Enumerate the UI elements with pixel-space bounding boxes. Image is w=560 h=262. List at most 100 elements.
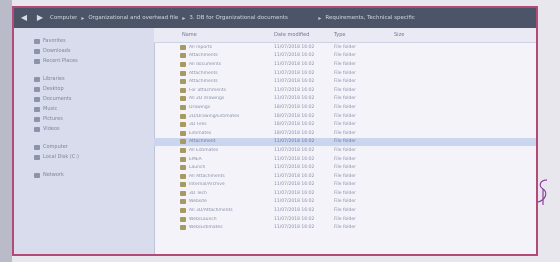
file-type: File folder bbox=[334, 182, 357, 188]
file-name-cell: For attachments bbox=[154, 87, 274, 93]
folder-icon bbox=[180, 130, 186, 136]
column-header-date[interactable]: Date modified bbox=[274, 32, 334, 38]
file-row[interactable]: Internal/Archive 11/07/2018 16:02 File fol… bbox=[154, 181, 536, 190]
file-date: 11/07/2018 16:02 bbox=[274, 139, 315, 145]
folder-icon bbox=[180, 113, 186, 119]
file-type: File folder bbox=[334, 87, 357, 93]
desktop-icon bbox=[34, 86, 40, 92]
sidebar-item-recent-places[interactable]: Recent Places bbox=[14, 56, 154, 66]
file-type: File folder bbox=[334, 156, 357, 162]
file-type: File folder bbox=[334, 96, 357, 102]
sidebar-item-documents[interactable]: Documents bbox=[14, 94, 154, 104]
file-row[interactable]: Drawings 18/07/2018 16:02 File folder bbox=[154, 103, 536, 112]
pictures-icon bbox=[34, 116, 40, 122]
column-header-name[interactable]: Name bbox=[154, 32, 274, 38]
address-bar[interactable]: ◀ ▶ Computer ▸ Organizational and overhe… bbox=[14, 8, 536, 28]
file-date: 11/07/2018 16:02 bbox=[274, 53, 315, 59]
back-arrow-icon[interactable]: ◀ bbox=[18, 12, 30, 24]
file-type: File folder bbox=[334, 61, 357, 67]
file-name-cell: All Attachments bbox=[154, 173, 274, 179]
folder-icon bbox=[180, 208, 186, 214]
file-type: File folder bbox=[334, 165, 357, 171]
file-name: 2D/Drawing/Estimates bbox=[189, 113, 240, 119]
breadcrumb-computer[interactable]: Computer bbox=[50, 15, 77, 21]
file-row[interactable]: All documents 11/07/2018 16:02 File folder bbox=[154, 60, 536, 69]
file-type: File folder bbox=[334, 44, 357, 50]
file-date: 11/07/2018 16:02 bbox=[274, 182, 315, 188]
file-row[interactable]: Attachments 11/07/2018 16:02 File folder bbox=[154, 52, 536, 61]
file-date: 11/07/2018 16:02 bbox=[274, 96, 315, 102]
file-row[interactable]: All Estimates 11/07/2018 16:02 File folder bbox=[154, 146, 536, 155]
file-row[interactable]: All 2D drawings 11/07/2018 16:02 File fold… bbox=[154, 95, 536, 104]
file-name: All 2D drawings bbox=[189, 96, 225, 102]
file-name-cell: Web/Launch bbox=[154, 216, 274, 222]
file-type: File folder bbox=[334, 79, 357, 85]
file-row[interactable]: Attachments 11/07/2018 16:02 File folder bbox=[154, 77, 536, 86]
breadcrumb-drive[interactable]: Organizational and overhead files for th… bbox=[88, 15, 178, 21]
file-row[interactable]: Estimates 18/07/2018 16:02 File folder bbox=[154, 129, 536, 138]
sidebar-item-videos[interactable]: Videos bbox=[14, 124, 154, 134]
file-row[interactable]: Website 11/07/2018 16:02 File folder bbox=[154, 198, 536, 207]
file-row[interactable]: Attachment 11/07/2018 16:02 File folder bbox=[154, 137, 536, 147]
file-date: 11/07/2018 16:02 bbox=[274, 225, 315, 231]
file-row[interactable]: All Attachments 11/07/2018 16:02 File fold… bbox=[154, 172, 536, 181]
sidebar-item-pictures[interactable]: Pictures bbox=[14, 114, 154, 124]
folder-icon bbox=[180, 147, 186, 153]
sidebar-item-local-disk[interactable]: Local Disk (C:) bbox=[14, 152, 154, 162]
file-row[interactable]: EMEA 11/07/2018 16:02 File folder bbox=[154, 155, 536, 164]
computer-icon bbox=[34, 144, 40, 150]
file-row[interactable]: 3D Tech 11/07/2018 16:02 File folder bbox=[154, 189, 536, 198]
file-name-cell: Website bbox=[154, 199, 274, 205]
sidebar-item-computer[interactable]: Computer bbox=[14, 142, 154, 152]
file-date: 11/07/2018 16:02 bbox=[274, 156, 315, 162]
file-row[interactable]: 3D Files 18/07/2018 16:02 File folder bbox=[154, 120, 536, 129]
folder-icon bbox=[180, 165, 186, 171]
recent-icon bbox=[34, 58, 40, 64]
column-header-size[interactable]: Size bbox=[394, 32, 454, 38]
file-row[interactable]: Launch 11/07/2018 16:02 File folder bbox=[154, 163, 536, 172]
download-icon bbox=[34, 48, 40, 54]
file-date: 11/07/2018 16:02 bbox=[274, 79, 315, 85]
file-name: Attachment bbox=[189, 139, 216, 145]
music-icon bbox=[34, 106, 40, 112]
sidebar-item-favorites[interactable]: Favorites bbox=[14, 36, 154, 46]
file-name-cell: All documents bbox=[154, 61, 274, 67]
sidebar-item-libraries[interactable]: Libraries bbox=[14, 74, 154, 84]
file-type: File folder bbox=[334, 190, 357, 196]
file-row[interactable]: 2D/Drawing/Estimates 18/07/2018 16:02 File… bbox=[154, 112, 536, 121]
file-type: File folder bbox=[334, 208, 357, 214]
file-row[interactable]: Web/Estimates 11/07/2018 16:02 File folder bbox=[154, 223, 536, 232]
file-type: File folder bbox=[334, 53, 357, 59]
column-header-type[interactable]: Type bbox=[334, 32, 394, 38]
sidebar-item-desktop[interactable]: Desktop bbox=[14, 84, 154, 94]
file-name-cell: Web/Estimates bbox=[154, 225, 274, 231]
folder-icon bbox=[180, 79, 186, 85]
file-name-cell: Attachments bbox=[154, 53, 274, 59]
file-name: All documents bbox=[189, 61, 222, 67]
star-icon bbox=[34, 38, 40, 44]
file-row[interactable]: Attachments 11/07/2018 16:02 File folder bbox=[154, 69, 536, 78]
explorer-window: ◀ ▶ Computer ▸ Organizational and overhe… bbox=[12, 6, 538, 256]
file-row[interactable]: All 3D/Attachments 11/07/2018 16:02 File f… bbox=[154, 206, 536, 215]
folder-icon bbox=[180, 216, 186, 222]
file-name: All Attachments bbox=[189, 173, 225, 179]
folder-icon bbox=[180, 70, 186, 76]
file-name: Web/Launch bbox=[189, 216, 217, 222]
file-row[interactable]: Web/Launch 11/07/2018 16:02 File folder bbox=[154, 215, 536, 224]
file-name-cell: All reports bbox=[154, 44, 274, 50]
sidebar-item-network[interactable]: Network bbox=[14, 170, 154, 180]
file-name: Estimates bbox=[189, 130, 212, 136]
breadcrumb-requirements[interactable]: Requirements, Technical specifications..… bbox=[325, 15, 415, 21]
file-name-cell: 3D Files bbox=[154, 122, 274, 128]
folder-icon bbox=[180, 225, 186, 231]
file-date: 18/07/2018 16:02 bbox=[274, 113, 315, 119]
sidebar-item-downloads[interactable]: Downloads bbox=[14, 46, 154, 56]
file-row[interactable]: All reports 11/07/2018 16:02 File folder bbox=[154, 43, 536, 52]
file-name-cell: All 2D drawings bbox=[154, 96, 274, 102]
folder-icon bbox=[180, 104, 186, 110]
file-date: 11/07/2018 16:02 bbox=[274, 70, 315, 76]
forward-arrow-icon[interactable]: ▶ bbox=[34, 12, 46, 24]
sidebar-item-music[interactable]: Music bbox=[14, 104, 154, 114]
file-row[interactable]: For attachments 11/07/2018 16:02 File fold… bbox=[154, 86, 536, 95]
breadcrumb-db-folder[interactable]: 3. DB for Organizational documents bbox=[189, 15, 314, 21]
